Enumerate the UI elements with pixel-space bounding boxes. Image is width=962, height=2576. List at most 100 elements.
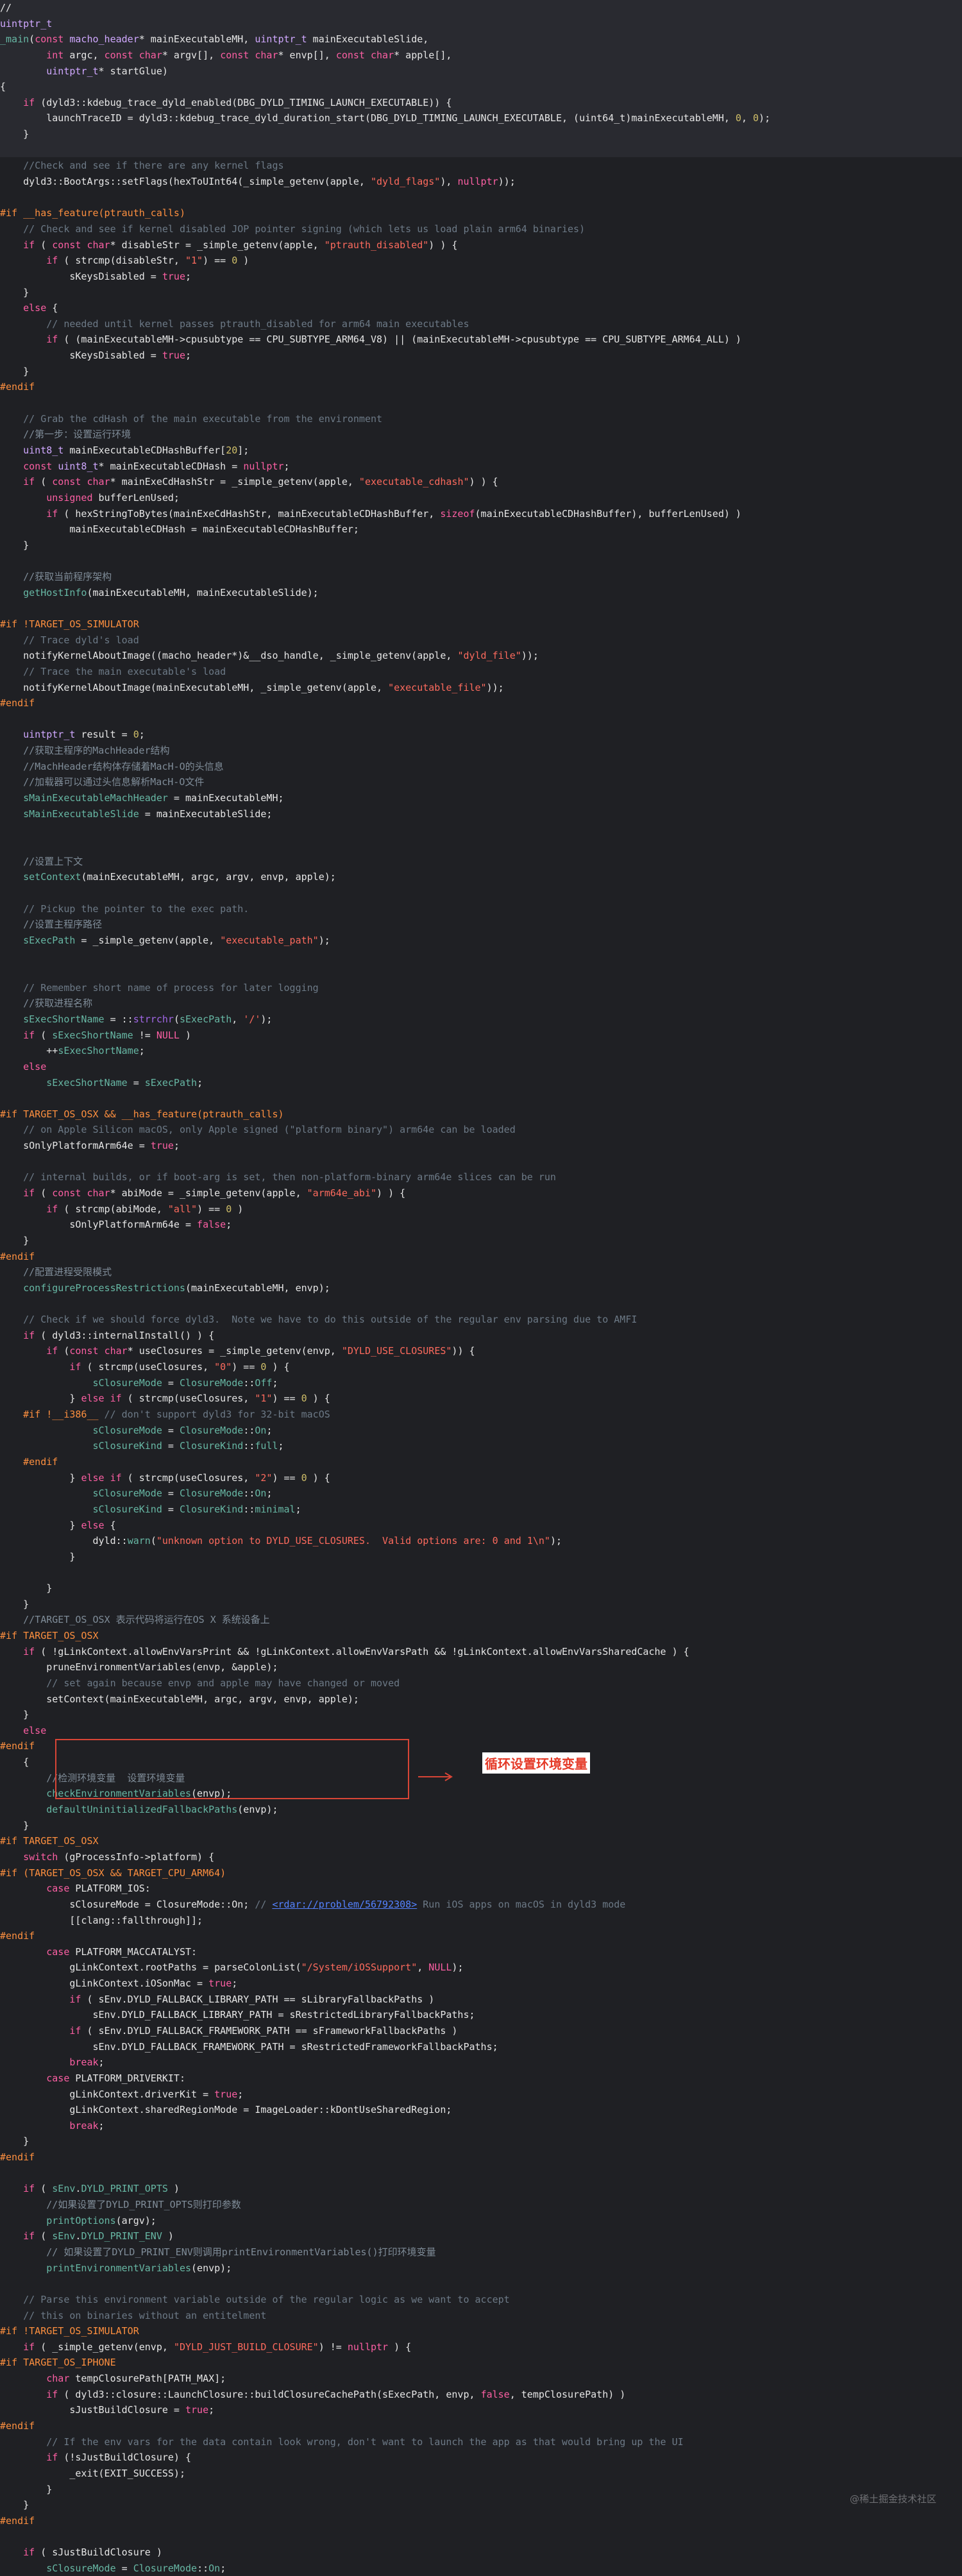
code-token: { xyxy=(0,1756,30,1768)
code-token: gLinkContext.sharedRegionMode = ImageLoa… xyxy=(0,2104,452,2116)
code-token: #endif xyxy=(0,2420,35,2432)
code-token: gLinkContext.rootPaths = parseColonList( xyxy=(0,1962,301,1974)
code-token: (mainExecutableCDHashBuffer), bufferLenU… xyxy=(475,507,741,520)
code-line: } else if ( strcmp(useClosures, "2") == … xyxy=(0,1470,962,1486)
code-token: 0 xyxy=(232,255,238,267)
code-line: // set again because envp and apple may … xyxy=(0,1675,962,1691)
code-token: char xyxy=(139,49,162,61)
code-token: // Grab the cdHash of the main executabl… xyxy=(23,412,383,425)
code-token: // needed until kernel passes ptrauth_di… xyxy=(46,318,469,330)
code-token: "ptrauth_disabled" xyxy=(324,239,429,251)
code-token: ) ) { xyxy=(469,476,498,488)
code-line: if ( sJustBuildClosure ) xyxy=(0,2545,962,2561)
code-token: On xyxy=(255,1487,267,1500)
code-line: _main(const macho_header* mainExecutable… xyxy=(0,31,962,47)
code-token: true xyxy=(162,350,185,362)
code-line: #if __has_feature(ptrauth_calls) xyxy=(0,205,962,221)
code-token: ClosureKind xyxy=(179,1440,244,1452)
code-line: } xyxy=(0,2482,962,2498)
code-token: const xyxy=(69,1345,99,1357)
code-line: else { xyxy=(0,300,962,316)
code-line: //第一步：设置运行环境 xyxy=(0,427,962,443)
code-line: sClosureMode = ClosureMode::On; xyxy=(0,2561,962,2576)
highlight-box xyxy=(55,1739,409,1799)
code-token: * apple[], xyxy=(394,49,452,61)
code-token: char xyxy=(87,1187,110,1199)
code-token: if xyxy=(46,2388,58,2400)
code-line: sKeysDisabled = true; xyxy=(0,269,962,285)
code-token: ( strcmp(useClosures, xyxy=(121,1393,255,1405)
code-line: uintptr_t* startGlue) xyxy=(0,64,962,80)
code-line: if (const char* useClosures = _simple_ge… xyxy=(0,1343,962,1359)
code-token: sClosureMode = ClosureMode::On; xyxy=(0,1898,255,1910)
code-line: } xyxy=(0,1818,962,1834)
code-line: // Remember short name of process for la… xyxy=(0,980,962,996)
code-token: ( xyxy=(29,33,35,46)
code-token: true xyxy=(150,1140,174,1152)
annotation-label: 循环设置环境变量 xyxy=(482,1752,590,1774)
code-token: } xyxy=(0,128,30,140)
code-token: sExecPath xyxy=(144,1076,198,1089)
code-token: #if TARGET_OS_IPHONE xyxy=(0,2357,116,2369)
code-token: #if !TARGET_OS_SIMULATOR xyxy=(0,2325,139,2337)
code-token: #endif xyxy=(0,1455,58,1468)
code-token: char xyxy=(87,239,110,251)
code-token: ]; xyxy=(237,444,249,456)
code-line: } else { xyxy=(0,1518,962,1534)
code-token: const xyxy=(335,49,365,61)
code-token: ClosureMode xyxy=(179,1424,244,1436)
code-token: // Trace the main executable's load xyxy=(23,665,226,677)
code-token: NULL xyxy=(428,1962,452,1974)
code-line: sOnlyPlatformArm64e = false; xyxy=(0,1217,962,1233)
code-token: } xyxy=(0,2135,30,2148)
code-token: sExecShortName xyxy=(23,1013,105,1025)
code-line: switch (gProcessInfo->platform) { xyxy=(0,1849,962,1865)
code-token: false xyxy=(480,2388,510,2400)
code-token: sMainExecutableMachHeader xyxy=(23,792,168,804)
code-token: #endif xyxy=(0,2151,35,2164)
code-token: const xyxy=(52,476,81,488)
code-token: = xyxy=(162,1424,180,1436)
code-line: sOnlyPlatformArm64e = true; xyxy=(0,1138,962,1154)
code-line: #if !__i386__ // don't support dyld3 for… xyxy=(0,1407,962,1423)
code-token: if xyxy=(46,334,58,346)
code-token: ; xyxy=(98,2056,105,2069)
code-token: "2" xyxy=(255,1471,273,1484)
code-line: // xyxy=(0,0,962,16)
code-token: // xyxy=(0,2,12,13)
code-token: ( xyxy=(35,476,53,488)
code-token: , xyxy=(417,1962,429,1974)
code-line: // Trace the main executable's load xyxy=(0,664,962,680)
code-token: (gProcessInfo->platform) { xyxy=(58,1851,215,1863)
code-token: #endif xyxy=(0,697,35,709)
code-token: if xyxy=(46,1203,58,1215)
code-listing[interactable]: //uintptr_t _main(const macho_header* mai… xyxy=(0,0,962,2576)
code-token: = xyxy=(127,1076,145,1089)
code-line: dyld::warn("unknown option to DYLD_USE_C… xyxy=(0,1533,962,1549)
code-token: case xyxy=(46,1883,70,1895)
code-token: printEnvironmentVariables xyxy=(46,2262,192,2274)
code-line: #endif xyxy=(0,1454,962,1470)
code-token: ( xyxy=(150,1535,156,1547)
code-token: , xyxy=(232,1013,244,1025)
code-token: sEnv xyxy=(52,2183,76,2195)
